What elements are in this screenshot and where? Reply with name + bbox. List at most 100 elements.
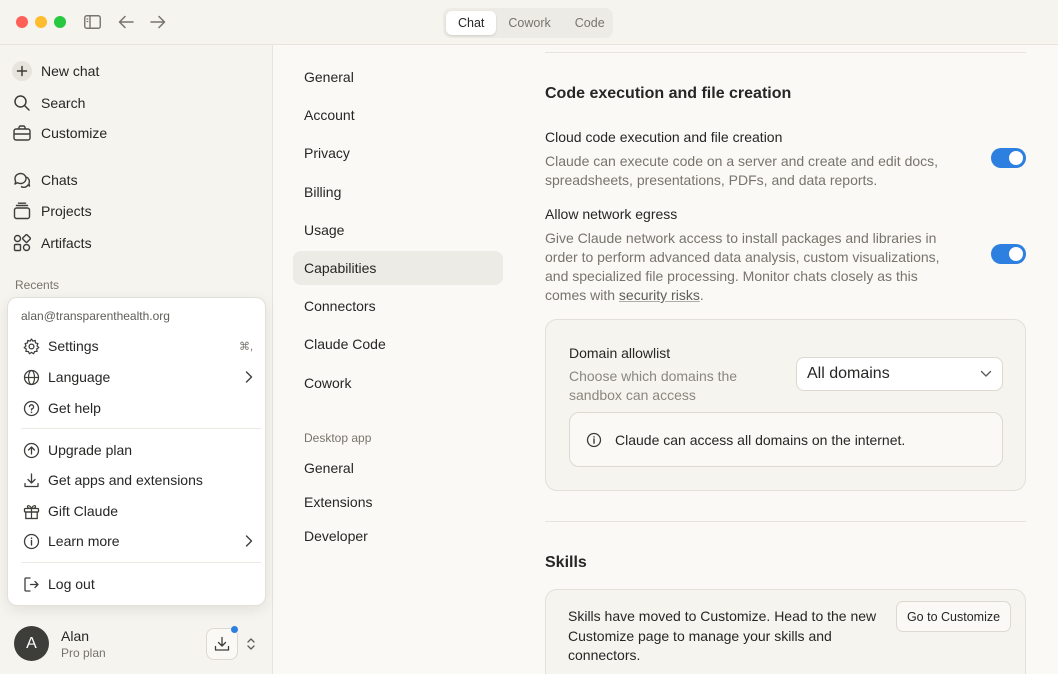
menu-divider [21, 562, 261, 563]
avatar: A [14, 626, 49, 661]
sidebar-item-projects[interactable]: Projects [11, 199, 92, 223]
desktop-app-section-label: Desktop app [304, 431, 372, 445]
security-risks-link[interactable]: security risks [619, 287, 700, 303]
plus-icon [11, 60, 33, 82]
gift-icon [21, 501, 41, 521]
zoom-window-button[interactable] [54, 16, 66, 28]
menu-item-label: Learn more [48, 533, 120, 549]
skills-moved-text: Skills have moved to Customize. Head to … [568, 608, 877, 663]
tab-chat[interactable]: Chat [446, 11, 497, 35]
menu-item-label: Language [48, 369, 111, 385]
sidebar-item-artifacts[interactable]: Artifacts [11, 231, 92, 255]
account-menu: alan@transparenthealth.org Settings ⌘, L… [7, 297, 266, 606]
account-email: alan@transparenthealth.org [21, 309, 170, 323]
chevron-up-down-icon[interactable] [244, 634, 258, 654]
settings-nav-cowork[interactable]: Cowork [304, 375, 351, 391]
menu-item-gift-claude[interactable]: Gift Claude [21, 498, 253, 524]
domain-allowlist-description: Choose which domains the sandbox can acc… [569, 368, 738, 403]
sidebar-item-chats[interactable]: Chats [11, 168, 78, 192]
menu-divider [21, 428, 261, 429]
settings-nav-extensions[interactable]: Extensions [304, 494, 372, 510]
download-icon [214, 636, 230, 652]
menu-item-get-help[interactable]: Get help [21, 395, 253, 421]
user-account-row[interactable]: A Alan Pro plan [0, 612, 273, 674]
menu-item-language[interactable]: Language [21, 364, 253, 390]
folder-stack-icon [11, 200, 33, 222]
settings-nav-claude-code[interactable]: Claude Code [304, 336, 386, 352]
sidebar-item-label: Search [41, 95, 86, 111]
chevron-down-icon [980, 370, 992, 378]
skills-card: Skills have moved to Customize. Head to … [545, 589, 1026, 674]
menu-item-settings[interactable]: Settings ⌘, [21, 333, 253, 359]
chat-bubbles-icon [11, 169, 33, 191]
menu-item-upgrade-plan[interactable]: Upgrade plan [21, 437, 253, 463]
globe-icon [21, 367, 41, 387]
menu-item-label: Settings [48, 338, 99, 354]
info-icon [21, 531, 41, 551]
chevron-right-icon [245, 371, 253, 383]
sidebar-item-label: Customize [41, 125, 108, 141]
domain-allowlist-info: Claude can access all domains on the int… [569, 412, 1003, 467]
chevron-right-icon [245, 535, 253, 547]
forward-arrow-icon[interactable] [147, 11, 169, 33]
settings-nav-general[interactable]: General [304, 69, 354, 85]
arrow-up-circle-icon [21, 440, 41, 460]
info-icon [585, 431, 603, 449]
back-arrow-icon[interactable] [115, 11, 137, 33]
shapes-icon [11, 232, 33, 254]
sidebar-item-search[interactable]: Search [11, 91, 85, 115]
notification-dot [231, 626, 238, 633]
menu-item-label: Gift Claude [48, 503, 119, 519]
logout-icon [21, 574, 41, 594]
settings-nav-connectors[interactable]: Connectors [304, 298, 376, 314]
title-bar: Chat Cowork Code [0, 0, 1058, 45]
sidebar-item-label: Chats [41, 172, 78, 188]
network-egress-text: Give Claude network access to install pa… [545, 230, 940, 303]
cloud-exec-title: Cloud code execution and file creation [545, 129, 783, 145]
divider [545, 52, 1026, 53]
settings-nav-privacy[interactable]: Privacy [304, 145, 350, 161]
menu-item-log-out[interactable]: Log out [21, 571, 253, 597]
user-name: Alan [61, 628, 90, 644]
network-egress-trailing: . [699, 287, 704, 303]
recents-heading: Recents [15, 278, 60, 292]
settings-nav-capabilities[interactable]: Capabilities [304, 260, 376, 276]
search-icon [11, 92, 33, 114]
cloud-exec-description: Claude can execute code on a server and … [545, 153, 939, 188]
sidebar-item-label: Artifacts [41, 235, 92, 251]
domain-allowlist-card: Domain allowlist Choose which domains th… [545, 319, 1026, 491]
menu-item-get-apps[interactable]: Get apps and extensions [21, 467, 253, 493]
domain-allowlist-title: Domain allowlist [569, 345, 671, 361]
settings-nav-developer[interactable]: Developer [304, 528, 368, 544]
tab-cowork[interactable]: Cowork [496, 11, 562, 35]
briefcase-icon [11, 122, 33, 144]
domain-allowlist-select[interactable]: All domains [796, 357, 1003, 391]
menu-item-label: Get apps and extensions [48, 472, 203, 488]
network-egress-description: Give Claude network access to install pa… [545, 229, 955, 305]
divider [545, 521, 1026, 522]
sidebar-item-new-chat[interactable]: New chat [11, 59, 99, 83]
settings-nav-billing[interactable]: Billing [304, 184, 341, 200]
menu-item-learn-more[interactable]: Learn more [21, 528, 253, 554]
sidebar-item-customize[interactable]: Customize [11, 121, 107, 145]
sidebar-item-label: New chat [41, 63, 100, 79]
menu-item-label: Upgrade plan [48, 442, 133, 458]
mode-switcher: Chat Cowork Code [443, 8, 613, 38]
sidebar-toggle-icon[interactable] [81, 11, 103, 33]
domain-allowlist-info-text: Claude can access all domains on the int… [615, 431, 906, 448]
settings-nav-desktop-general[interactable]: General [304, 460, 354, 476]
sidebar-item-label: Projects [41, 203, 92, 219]
minimize-window-button[interactable] [35, 16, 47, 28]
settings-nav-usage[interactable]: Usage [304, 222, 344, 238]
tab-code[interactable]: Code [563, 11, 617, 35]
menu-item-label: Log out [48, 576, 95, 592]
go-to-customize-button[interactable]: Go to Customize [896, 601, 1011, 632]
gear-icon [21, 336, 41, 356]
cloud-exec-toggle[interactable] [991, 148, 1026, 168]
settings-nav-account[interactable]: Account [304, 107, 355, 123]
network-egress-toggle[interactable] [991, 244, 1026, 264]
section-title-code-execution: Code execution and file creation [545, 85, 792, 102]
close-window-button[interactable] [16, 16, 28, 28]
network-egress-title: Allow network egress [545, 206, 678, 222]
user-plan: Pro plan [61, 646, 106, 660]
